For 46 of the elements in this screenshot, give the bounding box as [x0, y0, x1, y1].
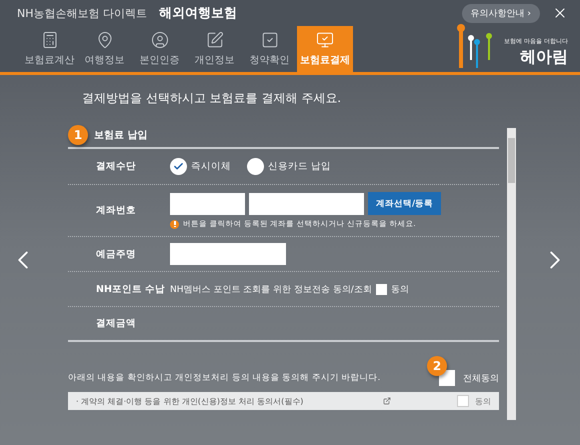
warning-icon: [170, 220, 179, 228]
checkbox-label: 동의: [390, 284, 409, 296]
section-title: 보험료 납입: [94, 129, 148, 142]
field-label: 예금주명: [95, 248, 137, 260]
checkbox-label: 동의: [475, 396, 491, 406]
map-pin-icon: [96, 31, 114, 49]
external-link-icon[interactable]: [383, 397, 391, 405]
monitor-check-icon: [316, 31, 334, 49]
scrollbar[interactable]: [507, 128, 516, 420]
logo-drawing: [456, 22, 494, 68]
radio-label: 신용카드 납입: [268, 160, 332, 173]
logo-name: 헤아림: [520, 47, 568, 68]
radio-label: 즉시이체: [191, 160, 231, 173]
consent-text: NH멤버스 포인트 조회를 위한 정보전송 동의/조회: [170, 284, 372, 296]
step-tab[interactable]: 보험료계산: [22, 26, 77, 72]
radio-button[interactable]: [247, 158, 264, 175]
intro-text: 결제방법을 선택하시고 보험료를 결제해 주세요.: [82, 90, 342, 107]
step-tab[interactable]: 청약확인: [242, 26, 297, 72]
field-label: NH포인트 수납: [95, 282, 166, 296]
step-tab[interactable]: 본인인증: [132, 26, 187, 72]
field-label: 결제수단: [95, 160, 137, 173]
agreement-text: 아래의 내용을 확인하시고 개인정보처리 등의 내용을 동의해 주시기 바랍니다.: [68, 372, 382, 384]
check-icon: [173, 161, 184, 172]
brand-name: NH농협손해보험 다이렉트: [17, 6, 147, 20]
window-title: 해외여행보험: [159, 5, 237, 22]
account-input[interactable]: [170, 192, 245, 214]
account-select-button[interactable]: 계좌선택/등록: [368, 192, 442, 215]
step-number: 2: [427, 356, 447, 376]
checkbox-label: 전체동의: [463, 372, 499, 384]
checkbox-icon: [260, 31, 278, 49]
checkbox[interactable]: [457, 395, 469, 407]
consent-text: · 계약의 체결·이행 등을 위한 개인(신용)정보 처리 동의서(필수): [76, 396, 304, 406]
checkbox[interactable]: [376, 284, 387, 294]
account-holder-input[interactable]: [170, 243, 286, 265]
user-icon: [150, 31, 168, 49]
notice-button[interactable]: 유의사항안내 ›: [462, 4, 540, 22]
step-tab[interactable]: 개인정보: [187, 26, 242, 72]
edit-icon: [206, 31, 224, 49]
step-tab[interactable]: 보험료결제: [297, 26, 353, 72]
radio-button[interactable]: [170, 158, 187, 175]
field-label: 결제금액: [95, 317, 137, 330]
step-number: 1: [68, 125, 88, 145]
field-label: 계좌번호: [95, 204, 137, 217]
step-tab[interactable]: 여행정보: [77, 26, 132, 72]
calculator-icon: [40, 31, 58, 49]
account-input[interactable]: [249, 192, 364, 214]
